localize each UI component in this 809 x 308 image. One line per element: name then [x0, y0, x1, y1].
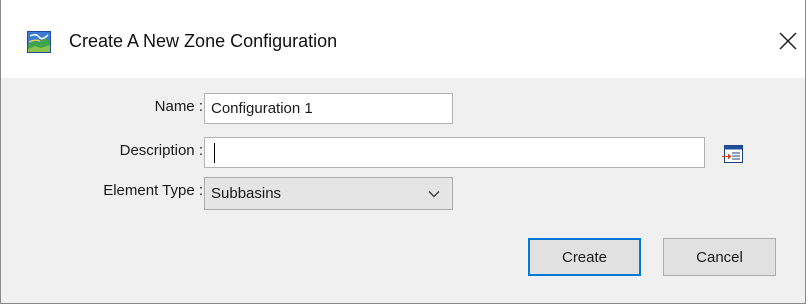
watershed-map-icon: [27, 31, 51, 53]
element-type-label: Element Type :: [103, 182, 203, 199]
description-label: Description :: [119, 142, 203, 159]
name-label: Name :: [154, 98, 203, 115]
create-button-label: Create: [561, 248, 608, 266]
close-icon: [779, 32, 797, 50]
name-value: Configuration 1: [211, 100, 313, 117]
dialog-body: Name : Configuration 1 Description : Ele…: [1, 78, 805, 303]
title-bar[interactable]: Create A New Zone Configuration: [1, 0, 805, 78]
create-button[interactable]: Create: [528, 238, 641, 276]
element-type-select[interactable]: Subbasins: [204, 177, 453, 210]
window-title: Create A New Zone Configuration: [69, 31, 338, 51]
name-field[interactable]: Configuration 1: [204, 93, 453, 124]
text-cursor: [214, 142, 215, 163]
close-button[interactable]: [771, 22, 805, 60]
create-zone-configuration-dialog: Create A New Zone Configuration Name : C…: [0, 0, 806, 304]
edit-description-icon[interactable]: [722, 144, 744, 164]
description-field[interactable]: [204, 137, 705, 168]
cancel-button-label: Cancel: [696, 248, 743, 266]
chevron-down-icon: [428, 191, 440, 198]
cancel-button[interactable]: Cancel: [663, 238, 776, 276]
element-type-value: Subbasins: [211, 185, 282, 202]
